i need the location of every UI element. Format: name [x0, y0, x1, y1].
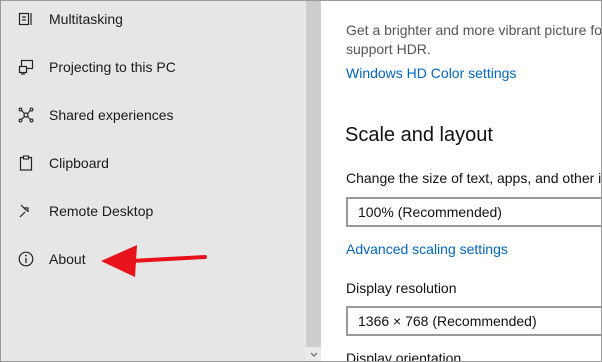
scale-dropdown[interactable]: 100% (Recommended)	[346, 197, 601, 227]
display-resolution-label: Display resolution	[346, 280, 457, 296]
scale-and-layout-heading: Scale and layout	[345, 124, 493, 146]
annotation-arrow-icon	[101, 245, 207, 277]
sidebar-item-remote-desktop[interactable]: Remote Desktop	[1, 191, 305, 231]
sidebar-item-label: About	[49, 251, 86, 267]
sidebar-item-clipboard[interactable]: Clipboard	[1, 143, 305, 183]
sidebar-item-shared-experiences[interactable]: Shared experiences	[1, 95, 305, 135]
windows-hd-color-settings-link[interactable]: Windows HD Color settings	[346, 65, 516, 81]
hdr-description-line-2: support HDR.	[346, 41, 431, 57]
remote-desktop-icon	[17, 202, 35, 220]
shared-experiences-icon	[17, 106, 35, 124]
sidebar-item-projecting[interactable]: Projecting to this PC	[1, 47, 305, 87]
sidebar-item-label: Projecting to this PC	[49, 59, 176, 75]
scrollbar-thumb[interactable]	[306, 1, 321, 347]
clipboard-icon	[17, 154, 35, 172]
scale-dropdown-value: 100% (Recommended)	[358, 204, 502, 220]
scale-label: Change the size of text, apps, and other…	[346, 170, 602, 186]
sidebar: Multitasking Projecting to this PC Share…	[1, 1, 305, 361]
sidebar-item-label: Clipboard	[49, 155, 109, 171]
info-icon	[17, 250, 35, 268]
hdr-description-line-1: Get a brighter and more vibrant picture …	[346, 22, 602, 38]
projecting-icon	[17, 58, 35, 76]
chevron-down-icon	[310, 345, 318, 361]
hdr-description: Get a brighter and more vibrant picture …	[346, 21, 602, 59]
sidebar-item-multitasking[interactable]: Multitasking	[1, 1, 305, 39]
display-resolution-dropdown[interactable]: 1366 × 768 (Recommended)	[346, 306, 601, 336]
scroll-down-button[interactable]	[306, 347, 321, 361]
sidebar-item-label: Remote Desktop	[49, 203, 154, 219]
settings-window: Multitasking Projecting to this PC Share…	[0, 0, 602, 362]
advanced-scaling-settings-link[interactable]: Advanced scaling settings	[346, 241, 508, 257]
sidebar-item-label: Shared experiences	[49, 107, 174, 123]
display-resolution-value: 1366 × 768 (Recommended)	[358, 313, 537, 329]
display-orientation-label: Display orientation	[346, 350, 462, 362]
sidebar-item-label: Multitasking	[49, 11, 123, 27]
multitasking-icon	[17, 10, 35, 28]
